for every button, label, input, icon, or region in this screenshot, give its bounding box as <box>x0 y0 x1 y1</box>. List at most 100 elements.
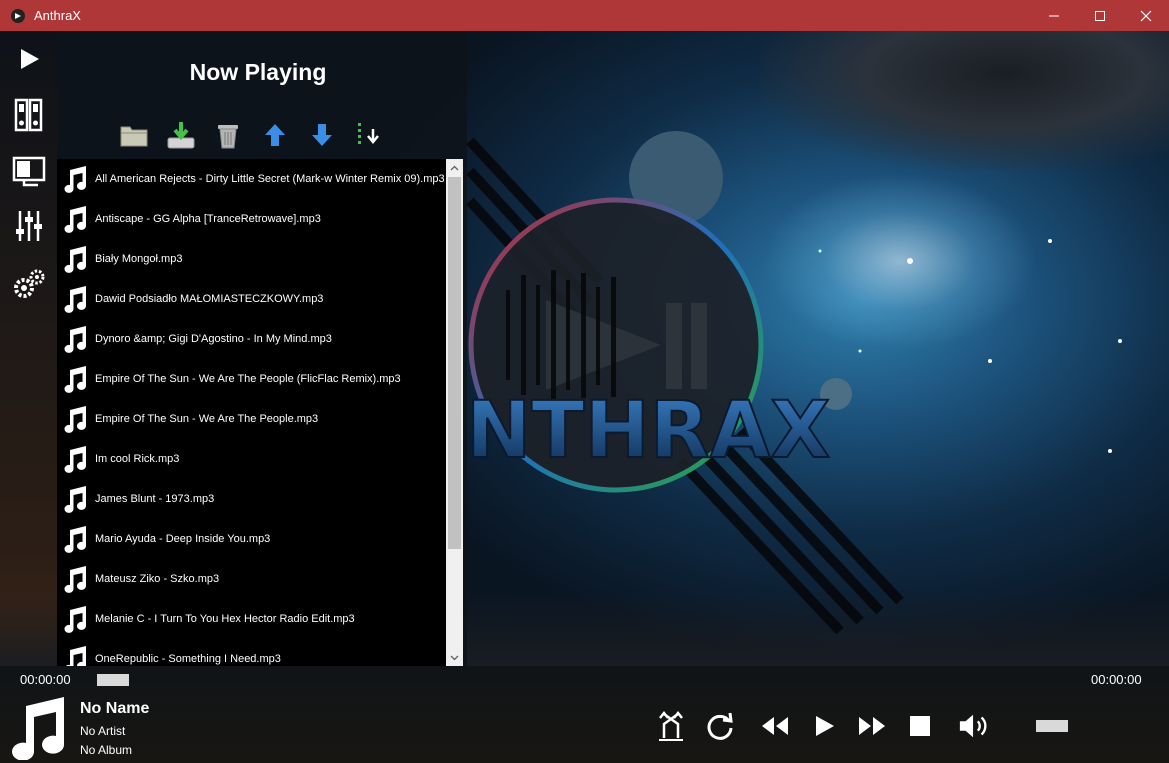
play-icon <box>816 716 834 736</box>
repeat-button[interactable] <box>704 710 736 742</box>
music-note-icon <box>64 486 86 513</box>
elapsed-time: 00:00:00 <box>20 672 71 687</box>
window-title: AnthraX <box>34 8 81 23</box>
playlist-track[interactable]: Empire Of The Sun - We Are The People (F… <box>57 359 446 399</box>
track-title: Mario Ayuda - Deep Inside You.mp3 <box>95 533 271 545</box>
shuffle-icon <box>659 710 683 741</box>
player-bar: 00:00:00 00:00:00 No Name No Artist No A… <box>0 666 1169 763</box>
playlist-track[interactable]: Melanie C - I Turn To You Hex Hector Rad… <box>57 599 446 639</box>
playlist-track[interactable]: Im cool Rick.mp3 <box>57 439 446 479</box>
track-title: Im cool Rick.mp3 <box>95 453 180 465</box>
monitor-icon <box>12 156 46 187</box>
close-button[interactable] <box>1123 0 1169 31</box>
seek-slider[interactable] <box>97 674 129 686</box>
app-window: AnthraX NTHRAX Now Playing All American … <box>0 0 1169 763</box>
total-time: 00:00:00 <box>1091 672 1142 687</box>
window-controls <box>1031 0 1169 31</box>
playlist-track[interactable]: Dawid Podsiadło MAŁOMIASTECZKOWY.mp3 <box>57 279 446 319</box>
music-note-icon <box>64 206 86 233</box>
shuffle-button[interactable] <box>655 710 687 742</box>
music-note-icon <box>12 697 65 760</box>
volume-button[interactable] <box>958 710 990 742</box>
download-icon <box>167 122 194 149</box>
trash-icon <box>217 125 238 149</box>
fast-forward-icon <box>859 717 885 735</box>
close-icon <box>1140 10 1152 21</box>
music-note-icon <box>64 166 86 193</box>
music-note-icon <box>66 646 86 666</box>
track-title: Biały Mongoł.mp3 <box>95 253 183 265</box>
track-title: Melanie C - I Turn To You Hex Hector Rad… <box>95 613 355 625</box>
minimize-button[interactable] <box>1031 0 1077 31</box>
music-note-icon <box>64 366 86 393</box>
repeat-icon <box>707 712 733 740</box>
playlist-track[interactable]: All American Rejects - Dirty Little Secr… <box>57 159 446 199</box>
open-folder-button[interactable] <box>117 117 150 153</box>
minimize-icon <box>1049 15 1059 16</box>
arrow-up-icon <box>264 124 285 146</box>
music-note-icon <box>64 246 86 273</box>
playlist-track[interactable]: Mateusz Ziko - Szko.mp3 <box>57 559 446 599</box>
library-icon <box>14 98 43 132</box>
sidebar-item-settings[interactable] <box>10 265 48 303</box>
volume-slider[interactable] <box>1036 720 1068 732</box>
playlist-track[interactable]: Biały Mongoł.mp3 <box>57 239 446 279</box>
playlist-track[interactable]: Antiscape - GG Alpha [TranceRetrowave].m… <box>57 199 446 239</box>
playlist-scrollbar[interactable] <box>446 159 463 666</box>
sidebar-nav <box>0 31 57 661</box>
playlist-track[interactable]: Mario Ayuda - Deep Inside You.mp3 <box>57 519 446 559</box>
track-title: Dawid Podsiadło MAŁOMIASTECZKOWY.mp3 <box>95 293 324 305</box>
scroll-up-button[interactable] <box>446 159 463 176</box>
sidebar-item-visualizer[interactable] <box>10 153 48 191</box>
play-icon <box>21 49 39 69</box>
folder-icon <box>120 126 147 147</box>
arrow-down-icon <box>311 124 332 146</box>
music-note-icon <box>64 446 86 473</box>
title-bar[interactable]: AnthraX <box>0 0 1169 31</box>
playlist-track[interactable]: Dynoro &amp; Gigi D'Agostino - In My Min… <box>57 319 446 359</box>
move-up-button[interactable] <box>258 117 291 153</box>
previous-button[interactable] <box>759 710 791 742</box>
track-title: James Blunt - 1973.mp3 <box>95 493 215 505</box>
sidebar-item-now-playing[interactable] <box>10 40 48 78</box>
sidebar-item-library[interactable] <box>10 96 48 134</box>
stop-icon <box>910 716 930 736</box>
track-title: Antiscape - GG Alpha [TranceRetrowave].m… <box>95 213 321 225</box>
track-album: No Album <box>80 743 133 757</box>
track-title: Empire Of The Sun - We Are The People.mp… <box>95 413 319 425</box>
maximize-icon <box>1095 10 1105 21</box>
track-title: Mateusz Ziko - Szko.mp3 <box>95 573 220 585</box>
track-title: Empire Of The Sun - We Are The People (F… <box>95 373 401 385</box>
playlist-track[interactable]: OneRepublic - Something I Need.mp3 <box>57 639 446 666</box>
playlist-track[interactable]: Empire Of The Sun - We Are The People.mp… <box>57 399 446 439</box>
chevron-down-icon <box>450 655 459 660</box>
save-playlist-button[interactable] <box>164 117 197 153</box>
music-note-icon <box>64 606 86 633</box>
sort-icon <box>357 123 379 144</box>
delete-track-button[interactable] <box>211 117 244 153</box>
play-button[interactable] <box>808 710 840 742</box>
logo-wordmark: NTHRAX <box>466 386 830 476</box>
music-note-icon <box>64 566 86 593</box>
playlist[interactable]: All American Rejects - Dirty Little Secr… <box>57 159 446 666</box>
scroll-down-button[interactable] <box>446 649 463 666</box>
anthrax-logo: NTHRAX <box>466 197 831 493</box>
app-icon <box>11 8 25 23</box>
track-title: Dynoro &amp; Gigi D'Agostino - In My Min… <box>95 333 332 345</box>
sort-button[interactable] <box>352 117 385 153</box>
sidebar-item-equalizer[interactable] <box>10 207 48 245</box>
chevron-up-icon <box>450 165 459 170</box>
track-name: No Name <box>80 700 150 717</box>
music-note-icon <box>64 326 86 353</box>
playlist-track[interactable]: James Blunt - 1973.mp3 <box>57 479 446 519</box>
stop-button[interactable] <box>904 710 936 742</box>
maximize-button[interactable] <box>1077 0 1123 31</box>
music-note-icon <box>64 526 86 553</box>
move-down-button[interactable] <box>305 117 338 153</box>
scrollbar-thumb[interactable] <box>448 177 461 549</box>
next-button[interactable] <box>856 710 888 742</box>
track-title: All American Rejects - Dirty Little Secr… <box>95 173 445 185</box>
rewind-icon <box>762 717 788 735</box>
track-artist: No Artist <box>80 724 126 738</box>
equalizer-icon <box>16 211 42 241</box>
